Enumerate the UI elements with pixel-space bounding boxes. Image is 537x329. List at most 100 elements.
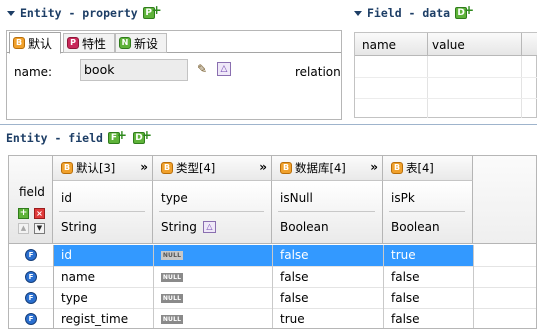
field-data-title: Field - data (367, 6, 451, 20)
add-data-icon[interactable]: D (132, 130, 152, 144)
header-divider (389, 211, 465, 212)
row-header-label: field (19, 185, 45, 199)
cell-isnull[interactable]: false (280, 270, 309, 284)
expression-icon[interactable]: △ (217, 62, 231, 76)
bean-icon: B (161, 162, 173, 174)
column-type-id: String (61, 220, 97, 234)
grid-line (521, 56, 522, 118)
column-name-ispk: isPk (391, 191, 415, 205)
cell-isnull[interactable]: false (280, 291, 309, 305)
column-name-type: type (161, 191, 188, 205)
table-row-3[interactable]: F regist_time NULL true false (9, 308, 536, 328)
column-divider (427, 33, 428, 56)
column-type-type: String (161, 220, 197, 234)
row-header-cell (9, 156, 53, 244)
column-name[interactable]: name (362, 38, 396, 52)
expand-chevron-icon[interactable]: » (370, 160, 378, 174)
null-badge[interactable]: NULL (161, 294, 183, 303)
tab-new-label: 新设 (134, 36, 159, 51)
edit-pencil-icon[interactable]: ✎ (197, 62, 207, 76)
tab-default[interactable]: B 默认 (9, 32, 61, 54)
cell-ispk[interactable]: false (391, 291, 420, 305)
tab-default-label: 默认 (28, 36, 53, 51)
grid-line (473, 245, 474, 328)
entity-property-header[interactable]: Entity - property P (7, 5, 162, 20)
collapse-triangle-icon[interactable] (7, 10, 15, 16)
bean-icon: B (13, 37, 25, 49)
move-down-icon[interactable]: ▼ (34, 223, 45, 234)
column-header-type[interactable]: type String △ (153, 181, 272, 244)
group-header-table[interactable]: B 表[4] (383, 156, 473, 181)
group-type-label: 类型[4] (176, 161, 216, 175)
tab-feature[interactable]: P 特性 (63, 33, 115, 53)
entity-field-panel: Entity - field F D field + × ▲ ▼ B 默认[3]… (0, 124, 537, 329)
expand-chevron-icon[interactable]: » (259, 160, 267, 174)
field-data-panel: Field - data D name value (349, 0, 537, 122)
grid-line (427, 56, 428, 118)
cell-id[interactable]: name (61, 270, 95, 284)
add-property-icon[interactable]: P (142, 5, 162, 19)
new-icon: N (119, 37, 131, 49)
table-row-0[interactable]: F id NULL false true (9, 245, 536, 266)
entity-field-header[interactable]: Entity - field F D (6, 130, 152, 145)
add-row-icon[interactable]: + (18, 208, 29, 219)
cell-id[interactable]: regist_time (61, 312, 128, 326)
entity-property-panel: Entity - property P B 默认 P 特性 N 新设 name:… (0, 0, 346, 122)
table-body: F id NULL false true F name NULL false f… (9, 245, 536, 328)
column-header-id[interactable]: id String (53, 181, 153, 244)
field-icon: F (25, 292, 37, 304)
cell-isnull[interactable]: true (280, 312, 305, 326)
group-header-database[interactable]: B 数据库[4] » (272, 156, 383, 181)
cell-ispk[interactable]: false (391, 312, 420, 326)
grid-line (272, 245, 273, 328)
tab-feature-label: 特性 (82, 36, 107, 51)
column-header-isnull[interactable]: isNull Boolean (272, 181, 383, 244)
column-header-ispk[interactable]: isPk Boolean (383, 181, 473, 244)
null-badge[interactable]: NULL (161, 315, 183, 324)
grid-line (355, 98, 537, 99)
field-icon: F (25, 271, 37, 283)
cell-ispk[interactable]: true (391, 248, 416, 262)
table-row-2[interactable]: F type NULL false false (9, 287, 536, 308)
header-divider (278, 211, 375, 212)
delete-row-icon[interactable]: × (34, 208, 45, 219)
cell-isnull[interactable]: false (280, 248, 309, 262)
header-filler (473, 156, 536, 244)
column-name-id: id (61, 191, 72, 205)
column-name-isnull: isNull (280, 191, 313, 205)
group-header-type[interactable]: B 类型[4] » (153, 156, 272, 181)
move-up-icon[interactable]: ▲ (18, 223, 29, 234)
null-badge[interactable]: NULL (161, 273, 183, 282)
name-input-value: book (84, 62, 115, 77)
tab-new[interactable]: N 新设 (115, 33, 167, 53)
cell-id[interactable]: type (61, 291, 88, 305)
group-default-label: 默认[3] (76, 161, 116, 175)
name-input[interactable]: book (80, 59, 188, 81)
entity-field-table: field + × ▲ ▼ B 默认[3] » B 类型[4] » B 数据库[… (8, 155, 537, 329)
header-divider (59, 211, 145, 212)
grid-line (153, 245, 154, 328)
panel-separator (0, 124, 537, 125)
group-header-default[interactable]: B 默认[3] » (53, 156, 153, 181)
add-data-icon[interactable]: D (455, 5, 474, 19)
collapse-triangle-icon[interactable] (354, 10, 362, 16)
field-icon: F (25, 313, 37, 325)
null-badge[interactable]: NULL (161, 251, 183, 260)
group-database-label: 数据库[4] (295, 161, 346, 175)
cell-ispk[interactable]: false (391, 270, 420, 284)
expand-chevron-icon[interactable]: » (140, 160, 148, 174)
cell-id[interactable]: id (61, 248, 72, 262)
column-divider (521, 33, 522, 56)
field-data-table: name value (354, 32, 537, 118)
expression-icon[interactable]: △ (203, 221, 216, 233)
grid-line (383, 245, 384, 328)
entity-property-title: Entity - property (20, 6, 138, 20)
column-type-ispk: Boolean (391, 220, 440, 234)
add-field-icon[interactable]: F (107, 130, 127, 144)
grid-line (53, 245, 54, 328)
field-data-header[interactable]: Field - data D (354, 5, 474, 20)
table-row-1[interactable]: F name NULL false false (9, 266, 536, 287)
property-icon: P (67, 37, 79, 49)
column-value[interactable]: value (432, 38, 465, 52)
bean-icon: B (391, 162, 403, 174)
